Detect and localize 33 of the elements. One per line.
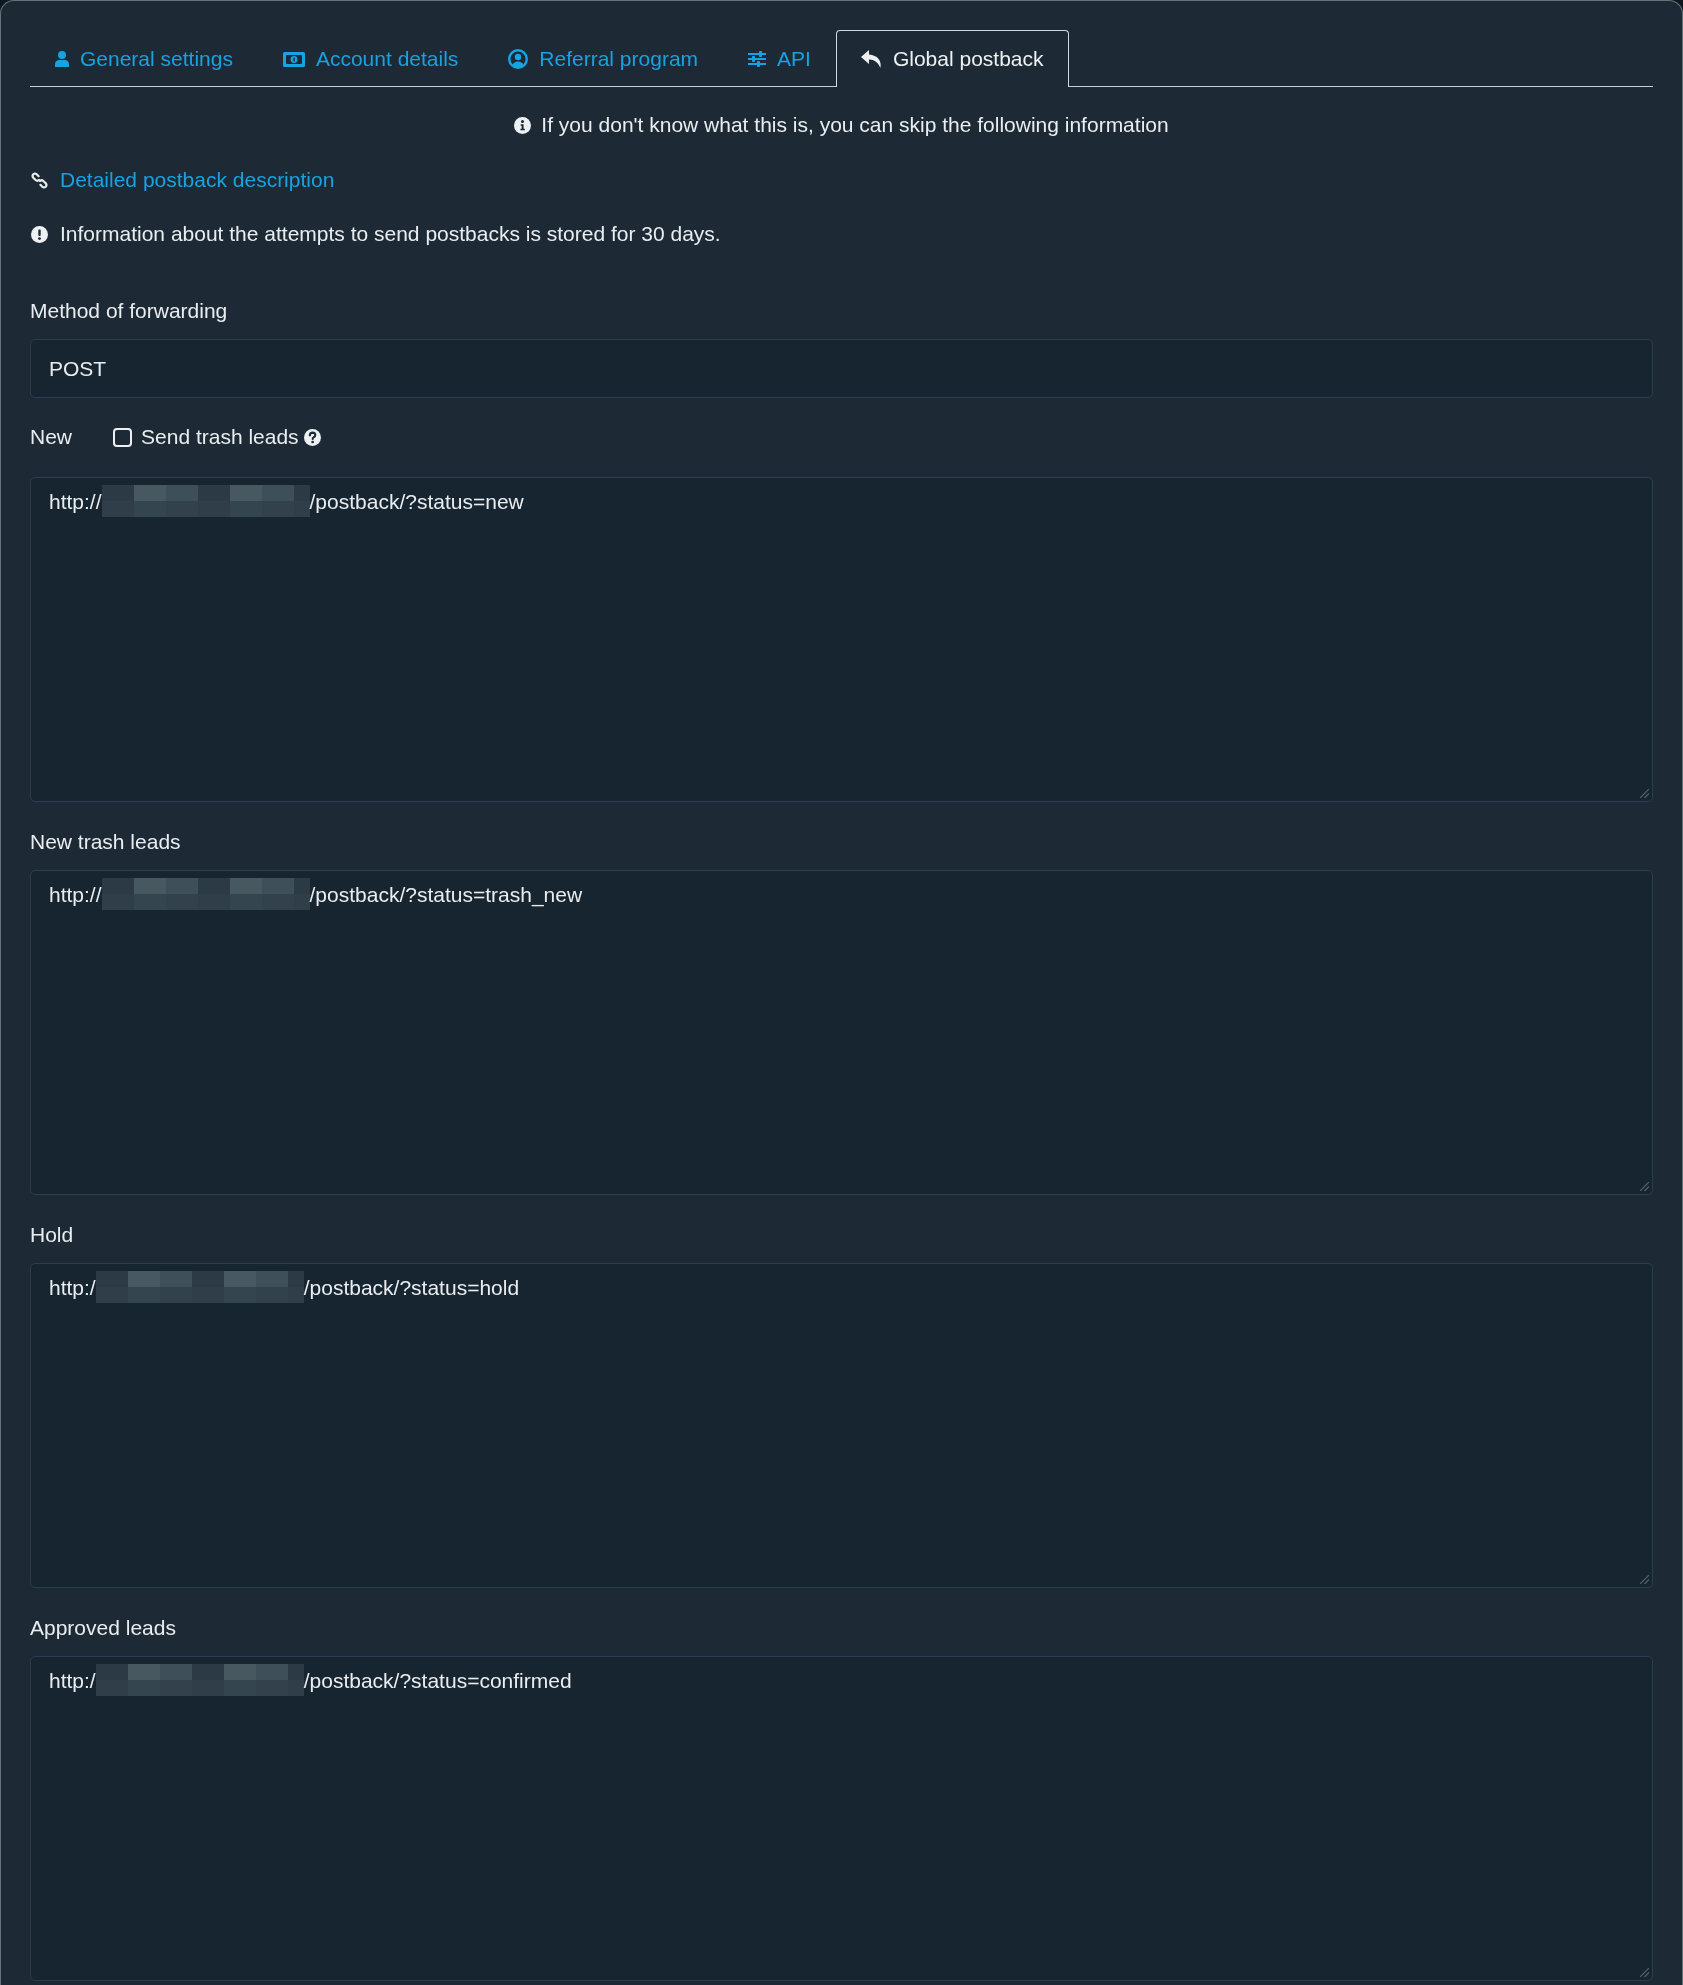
field-label: Approved leads: [30, 1615, 176, 1641]
postback-url-field[interactable]: http:/ /postback/?status=hold: [30, 1263, 1653, 1588]
field-label: Hold: [30, 1222, 74, 1248]
tab[interactable]: Global postback: [835, 30, 1069, 87]
field-label: New trash leads: [30, 829, 181, 855]
info-icon: [514, 116, 532, 134]
reply-arrow-icon: [860, 50, 882, 68]
resize-grip-icon: [1640, 789, 1649, 798]
sliders-icon: [748, 51, 767, 67]
retention-note-text: Information about the attempts to send postbacks is stored for 30 days.: [60, 221, 721, 247]
link-icon: [31, 171, 48, 189]
checkbox-label[interactable]: Send trash leads: [141, 423, 299, 451]
checkbox[interactable]: [113, 427, 132, 447]
resize-grip-icon: [1640, 1968, 1649, 1977]
postback-description-link[interactable]: Detailed postback description: [60, 166, 335, 194]
tab[interactable]: Referral program: [483, 30, 724, 87]
field-label: New: [30, 424, 72, 450]
method-field[interactable]: POST: [30, 339, 1653, 398]
help-icon: [303, 428, 321, 446]
banknote-icon: [282, 51, 305, 67]
tab[interactable]: General settings: [30, 30, 258, 87]
postback-url-field[interactable]: http:// /postback/?status=new: [30, 477, 1653, 802]
person-icon: [55, 51, 69, 67]
postback-url-field[interactable]: http:/ /postback/?status=confirmed: [30, 1656, 1653, 1981]
tab[interactable]: API: [723, 30, 836, 87]
resize-grip-icon: [1640, 1182, 1649, 1191]
resize-grip-icon: [1640, 1575, 1649, 1584]
person-circle-icon: [508, 49, 529, 69]
exclamation-icon: [31, 225, 48, 243]
postback-url-field[interactable]: http:// /postback/?status=trash_new: [30, 870, 1653, 1195]
tab[interactable]: Account details: [257, 30, 484, 87]
info-notice-text: If you don't know what this is, you can skip the following information: [541, 112, 1169, 138]
field-label: Method of forwarding: [30, 298, 228, 324]
